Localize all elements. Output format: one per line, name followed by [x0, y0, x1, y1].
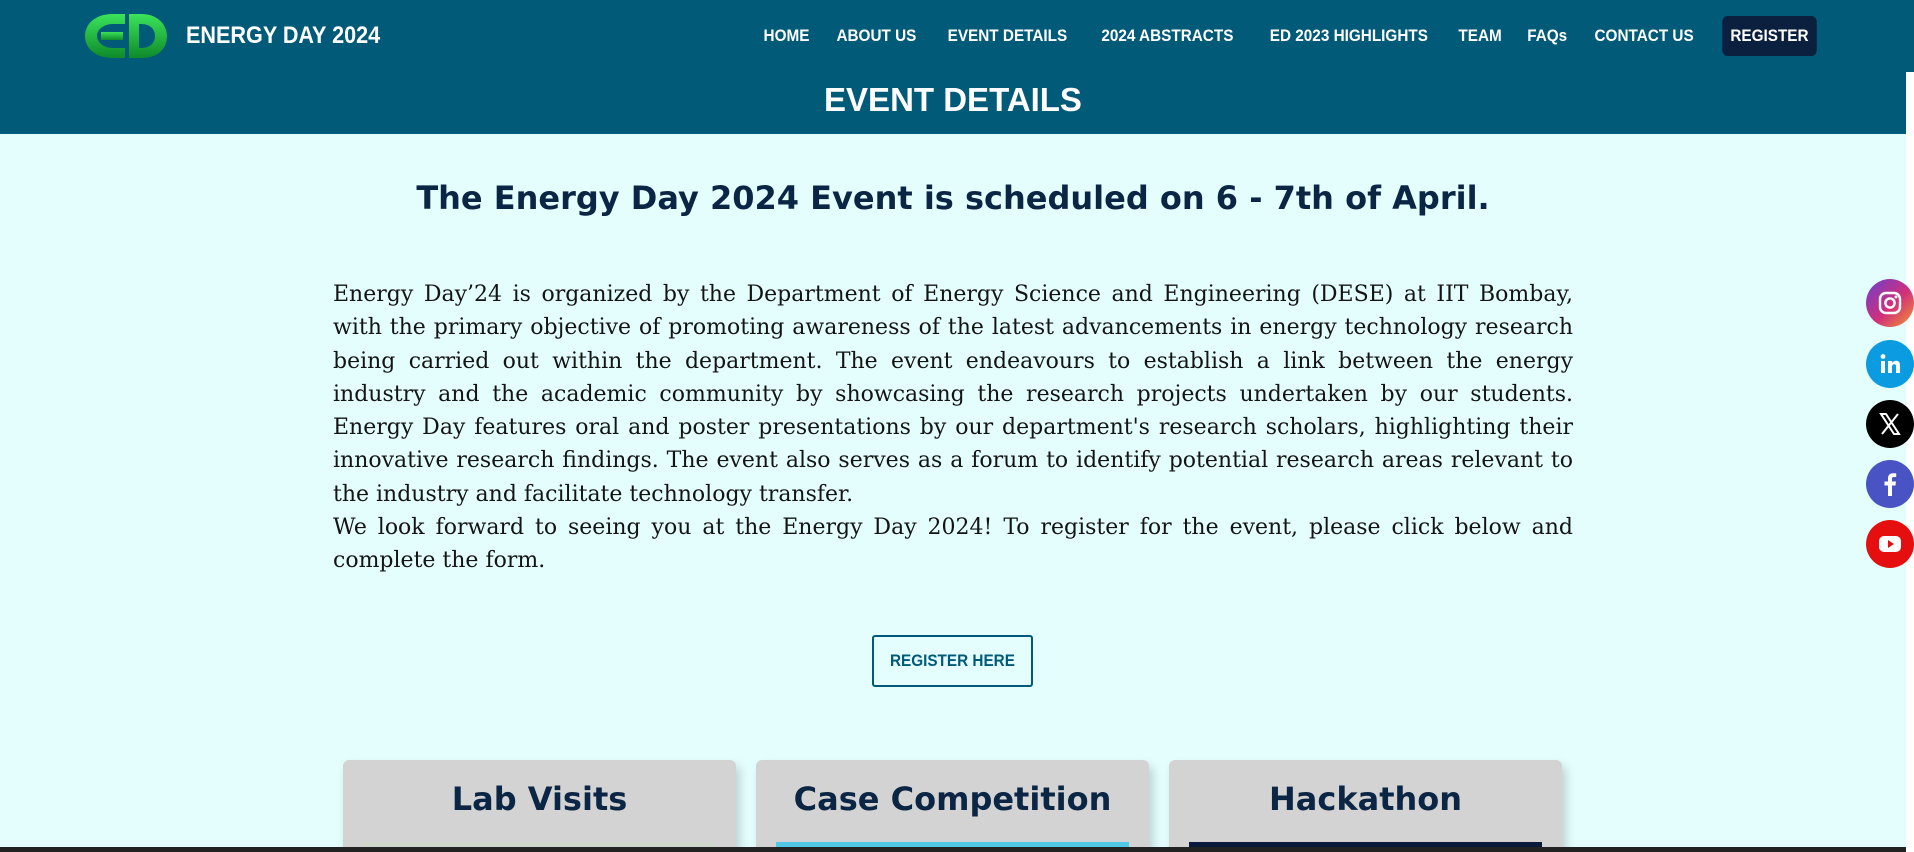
card-title: Hackathon: [1268, 780, 1463, 818]
card-title: Case Competition: [793, 780, 1112, 818]
linkedin-icon[interactable]: [1866, 340, 1914, 388]
card-hackathon[interactable]: Hackathon: [1169, 760, 1562, 852]
nav-about-us[interactable]: ABOUT US: [828, 16, 926, 56]
window-bottom-edge: [0, 847, 1906, 852]
nav-team[interactable]: TEAM: [1450, 16, 1511, 56]
nav-ed-2023-highlights[interactable]: ED 2023 HIGHLIGHTS: [1260, 16, 1436, 56]
main-nav: HOME ABOUT US EVENT DETAILS 2024 ABSTRAC…: [751, 16, 1822, 56]
x-icon[interactable]: [1866, 400, 1914, 448]
nav-home[interactable]: HOME: [755, 16, 819, 56]
youtube-icon[interactable]: [1866, 520, 1914, 568]
scrollbar-track[interactable]: [1906, 72, 1914, 852]
event-date-headline: The Energy Day 2024 Event is scheduled o…: [416, 179, 1490, 217]
register-here-label: REGISTER HERE: [890, 651, 1015, 670]
card-case-competition[interactable]: Case Competition: [756, 760, 1149, 852]
brand-title[interactable]: ENERGY DAY 2024: [186, 18, 380, 54]
scrollbar-track-top: [1906, 0, 1914, 72]
energy-day-logo[interactable]: [83, 8, 169, 64]
card-title: Lab Visits: [451, 780, 628, 818]
nav-contact-us[interactable]: CONTACT US: [1585, 16, 1702, 56]
registration-invite: We look forward to seeing you at the Ene…: [333, 515, 1573, 574]
instagram-icon[interactable]: [1866, 279, 1914, 327]
nav-register-button[interactable]: REGISTER: [1722, 16, 1817, 56]
page-title: EVENT DETAILS: [824, 81, 1082, 118]
event-description: Energy Day’24 is organized by the Depart…: [333, 282, 1573, 507]
facebook-icon[interactable]: [1866, 460, 1914, 508]
card-lab-visits[interactable]: Lab Visits: [343, 760, 736, 852]
nav-2024-abstracts[interactable]: 2024 ABSTRACTS: [1092, 16, 1242, 56]
site-header: ENERGY DAY 2024 HOME ABOUT US EVENT DETA…: [0, 0, 1906, 134]
nav-faqs[interactable]: FAQs: [1518, 16, 1576, 56]
nav-event-details[interactable]: EVENT DETAILS: [939, 16, 1077, 56]
register-here-button[interactable]: REGISTER HERE: [872, 635, 1033, 687]
